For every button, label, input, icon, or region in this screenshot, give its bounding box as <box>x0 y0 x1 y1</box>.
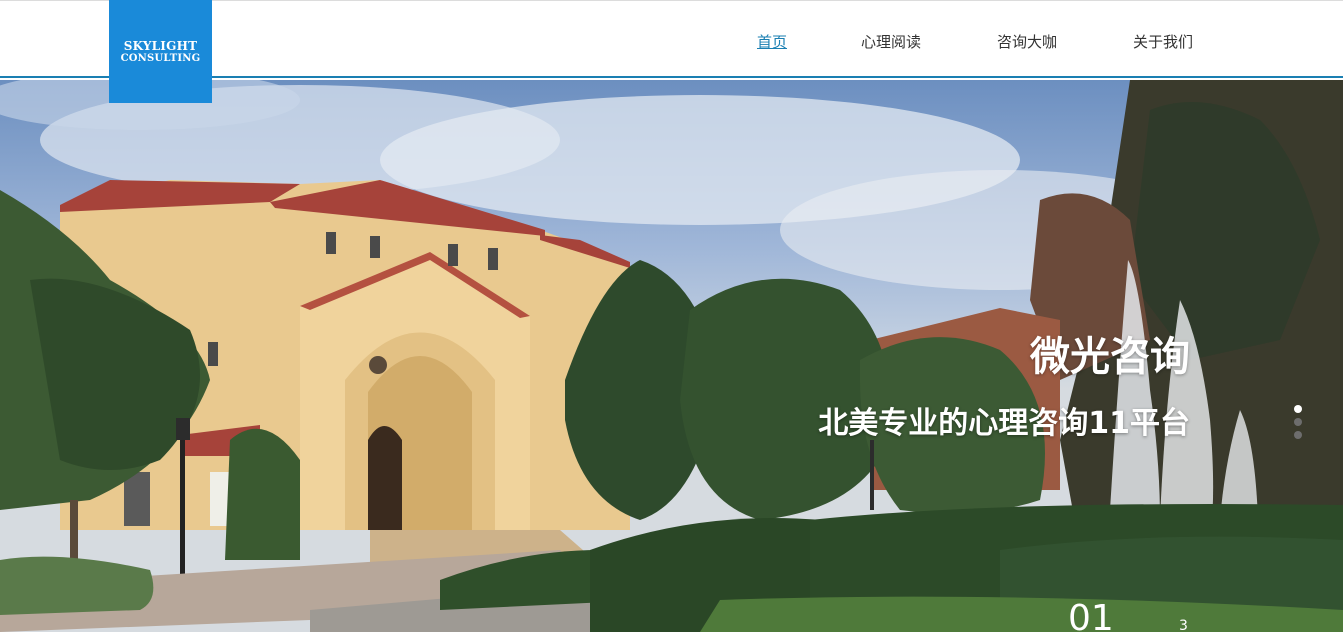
carousel-dot-1[interactable] <box>1294 405 1302 413</box>
carousel-dot-3[interactable] <box>1294 431 1302 439</box>
carousel-dot-2[interactable] <box>1294 418 1302 426</box>
nav-item-about-us[interactable]: 关于我们 <box>1133 31 1193 52</box>
logo-text-line1: SKYLIGHT <box>123 38 198 53</box>
page: 首页 心理阅读 咨询大咖 关于我们 SKYLIGHT CONSULTING 微光… <box>0 0 1343 632</box>
nav-item-psychology-reading[interactable]: 心理阅读 <box>861 31 921 52</box>
site-logo[interactable]: SKYLIGHT CONSULTING <box>109 0 212 103</box>
nav-item-consultants[interactable]: 咨询大咖 <box>997 31 1057 52</box>
slide-total-number: 3 <box>1179 618 1188 632</box>
hero-subtitle: 北美专业的心理咨询11平台 <box>818 406 1190 441</box>
hero-banner: 微光咨询 北美专业的心理咨询11平台 01 3 <box>0 80 1343 632</box>
nav-item-home[interactable]: 首页 <box>757 31 787 52</box>
carousel-dots <box>1294 405 1304 444</box>
logo-text-line2: CONSULTING <box>120 52 201 64</box>
hero-title: 微光咨询 <box>1030 334 1190 380</box>
slide-current-number: 01 <box>1068 598 1114 632</box>
